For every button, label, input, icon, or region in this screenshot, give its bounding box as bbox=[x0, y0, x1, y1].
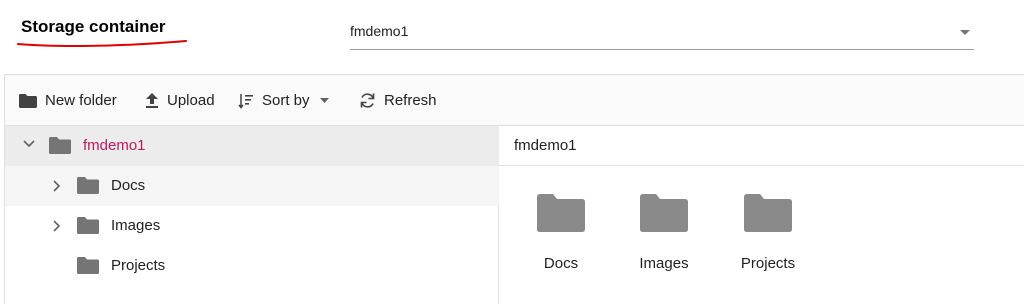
navigation-pane: fmdemo1 Docs Images Projects bbox=[5, 126, 499, 304]
new-folder-button[interactable]: New folder bbox=[19, 75, 117, 126]
storage-container-value: fmdemo1 bbox=[350, 23, 409, 39]
tree-node-images[interactable]: Images bbox=[5, 206, 499, 246]
folder-icon bbox=[640, 194, 688, 232]
tree-node-projects[interactable]: Projects bbox=[5, 246, 499, 286]
upload-button[interactable]: Upload bbox=[145, 75, 215, 126]
breadcrumb-item[interactable]: fmdemo1 bbox=[514, 137, 577, 154]
chevron-right-icon[interactable] bbox=[53, 220, 61, 232]
red-underline-annotation bbox=[17, 40, 187, 47]
dropdown-arrow-icon bbox=[960, 30, 970, 35]
refresh-button[interactable]: Refresh bbox=[359, 75, 437, 126]
folder-tile-label: Docs bbox=[543, 255, 579, 272]
storage-container-select[interactable]: fmdemo1 bbox=[350, 14, 974, 50]
folder-tile-label: Projects bbox=[740, 255, 796, 272]
folder-icon bbox=[49, 137, 71, 154]
folder-tile-label: Images bbox=[639, 255, 689, 272]
folder-icon bbox=[744, 194, 792, 232]
folder-icon bbox=[77, 217, 99, 234]
breadcrumb: fmdemo1 bbox=[499, 126, 1024, 166]
folder-icon bbox=[77, 177, 99, 194]
toolbar: New folder Upload Sort by Refresh bbox=[5, 75, 1024, 126]
folder-icon bbox=[19, 93, 37, 108]
folder-tile-docs[interactable]: Docs bbox=[526, 194, 596, 274]
chevron-right-icon[interactable] bbox=[53, 180, 61, 192]
storage-container-label: Storage container bbox=[21, 17, 166, 36]
folder-icon bbox=[537, 194, 585, 232]
dropdown-arrow-icon bbox=[319, 98, 329, 103]
tree-node-label: fmdemo1 bbox=[83, 137, 146, 154]
tree-node-label: Projects bbox=[111, 257, 166, 274]
folder-tile-projects[interactable]: Projects bbox=[733, 194, 803, 274]
chevron-down-icon[interactable] bbox=[23, 140, 35, 148]
tree-node-label: Images bbox=[111, 217, 161, 234]
new-folder-label: New folder bbox=[45, 92, 117, 109]
tree-node-label: Docs bbox=[111, 177, 146, 194]
refresh-label: Refresh bbox=[384, 92, 437, 109]
upload-label: Upload bbox=[167, 92, 215, 109]
sort-icon bbox=[238, 93, 253, 109]
file-manager: New folder Upload Sort by Refresh fmdemo… bbox=[4, 74, 1024, 304]
sort-by-label: Sort by bbox=[262, 92, 310, 109]
refresh-icon bbox=[360, 93, 375, 108]
content-pane: fmdemo1 Docs Images Projects bbox=[499, 126, 1024, 304]
folder-tile-images[interactable]: Images bbox=[629, 194, 699, 274]
folder-icon bbox=[77, 257, 99, 274]
upload-icon bbox=[146, 92, 158, 108]
tree-node-fmdemo1[interactable]: fmdemo1 bbox=[5, 126, 499, 166]
sort-by-dropdown[interactable]: Sort by bbox=[238, 75, 329, 126]
tree-node-docs[interactable]: Docs bbox=[5, 166, 499, 206]
